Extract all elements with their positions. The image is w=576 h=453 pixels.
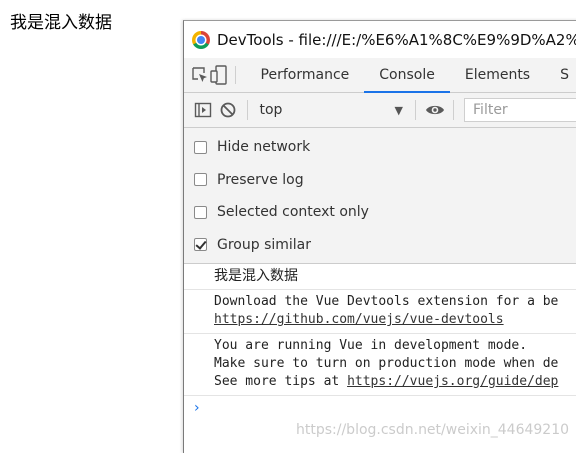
console-message-text: See more tips at xyxy=(214,374,348,389)
vue-devtools-link[interactable]: https://github.com/vuejs/vue-devtools xyxy=(214,312,504,327)
setting-group-similar[interactable]: Group similar xyxy=(184,229,576,262)
window-title: DevTools - file:///E:/%E6%A1%8C%E9%9D%A2… xyxy=(217,30,576,49)
context-selector[interactable]: top ▼ xyxy=(254,102,410,118)
setting-hide-network[interactable]: Hide network xyxy=(184,131,576,164)
filter-input[interactable] xyxy=(464,98,576,122)
tabbar-divider xyxy=(234,66,236,84)
console-message: You are running Vue in development mode.… xyxy=(184,334,576,396)
devtools-titlebar: DevTools - file:///E:/%E6%A1%8C%E9%9D%A2… xyxy=(184,21,576,58)
hide-network-checkbox[interactable] xyxy=(194,140,207,154)
console-prompt[interactable]: › xyxy=(184,396,576,416)
console-toolbar-divider xyxy=(415,100,416,120)
device-toolbar-icon[interactable] xyxy=(209,58,228,92)
setting-label: Group similar xyxy=(217,236,312,253)
console-toolbar-divider xyxy=(453,100,455,120)
group-similar-checkbox[interactable] xyxy=(194,238,207,252)
setting-label: Hide network xyxy=(217,139,311,156)
console-message: Download the Vue Devtools extension for … xyxy=(184,290,576,334)
chrome-logo-icon xyxy=(192,30,210,49)
console-message: 我是混入数据 xyxy=(184,264,576,290)
inspect-element-icon[interactable] xyxy=(190,58,209,92)
tab-sources[interactable]: S xyxy=(545,58,576,92)
console-settings-pane: Hide network Preserve log Selected conte… xyxy=(184,128,576,264)
console-message-line: See more tips at https://vuejs.org/guide… xyxy=(214,373,576,391)
console-message-text: Download the Vue Devtools extension for … xyxy=(214,294,559,309)
tab-elements[interactable]: Elements xyxy=(450,58,545,92)
setting-label: Preserve log xyxy=(217,171,304,188)
console-message-text: You are running Vue in development mode. xyxy=(214,338,528,353)
devtools-window: DevTools - file:///E:/%E6%A1%8C%E9%9D%A2… xyxy=(183,20,576,453)
preserve-log-checkbox[interactable] xyxy=(194,173,207,187)
page-text: 我是混入数据 xyxy=(10,13,112,33)
console-toolbar-divider xyxy=(246,100,248,120)
tab-performance[interactable]: Performance xyxy=(246,58,365,92)
dropdown-arrow-icon: ▼ xyxy=(394,103,403,117)
setting-preserve-log[interactable]: Preserve log xyxy=(184,164,576,197)
tab-console[interactable]: Console xyxy=(364,58,450,93)
context-label: top xyxy=(259,102,283,118)
devtools-tabbar: Performance Console Elements S xyxy=(184,58,576,93)
selected-context-only-checkbox[interactable] xyxy=(194,205,207,219)
show-console-sidebar-icon[interactable] xyxy=(190,101,215,119)
live-expression-eye-icon[interactable] xyxy=(422,103,447,117)
console-toolbar: top ▼ xyxy=(184,93,576,128)
watermark: https://blog.csdn.net/weixin_44649210 xyxy=(296,422,570,438)
console-message-text: Make sure to turn on production mode whe… xyxy=(214,356,559,371)
vue-guide-link[interactable]: https://vuejs.org/guide/dep xyxy=(347,374,558,389)
clear-console-icon[interactable] xyxy=(215,101,240,119)
console-message-text: 我是混入数据 xyxy=(214,268,298,284)
setting-selected-context-only[interactable]: Selected context only xyxy=(184,196,576,229)
setting-label: Selected context only xyxy=(217,204,369,221)
prompt-chevron-icon: › xyxy=(194,400,200,416)
